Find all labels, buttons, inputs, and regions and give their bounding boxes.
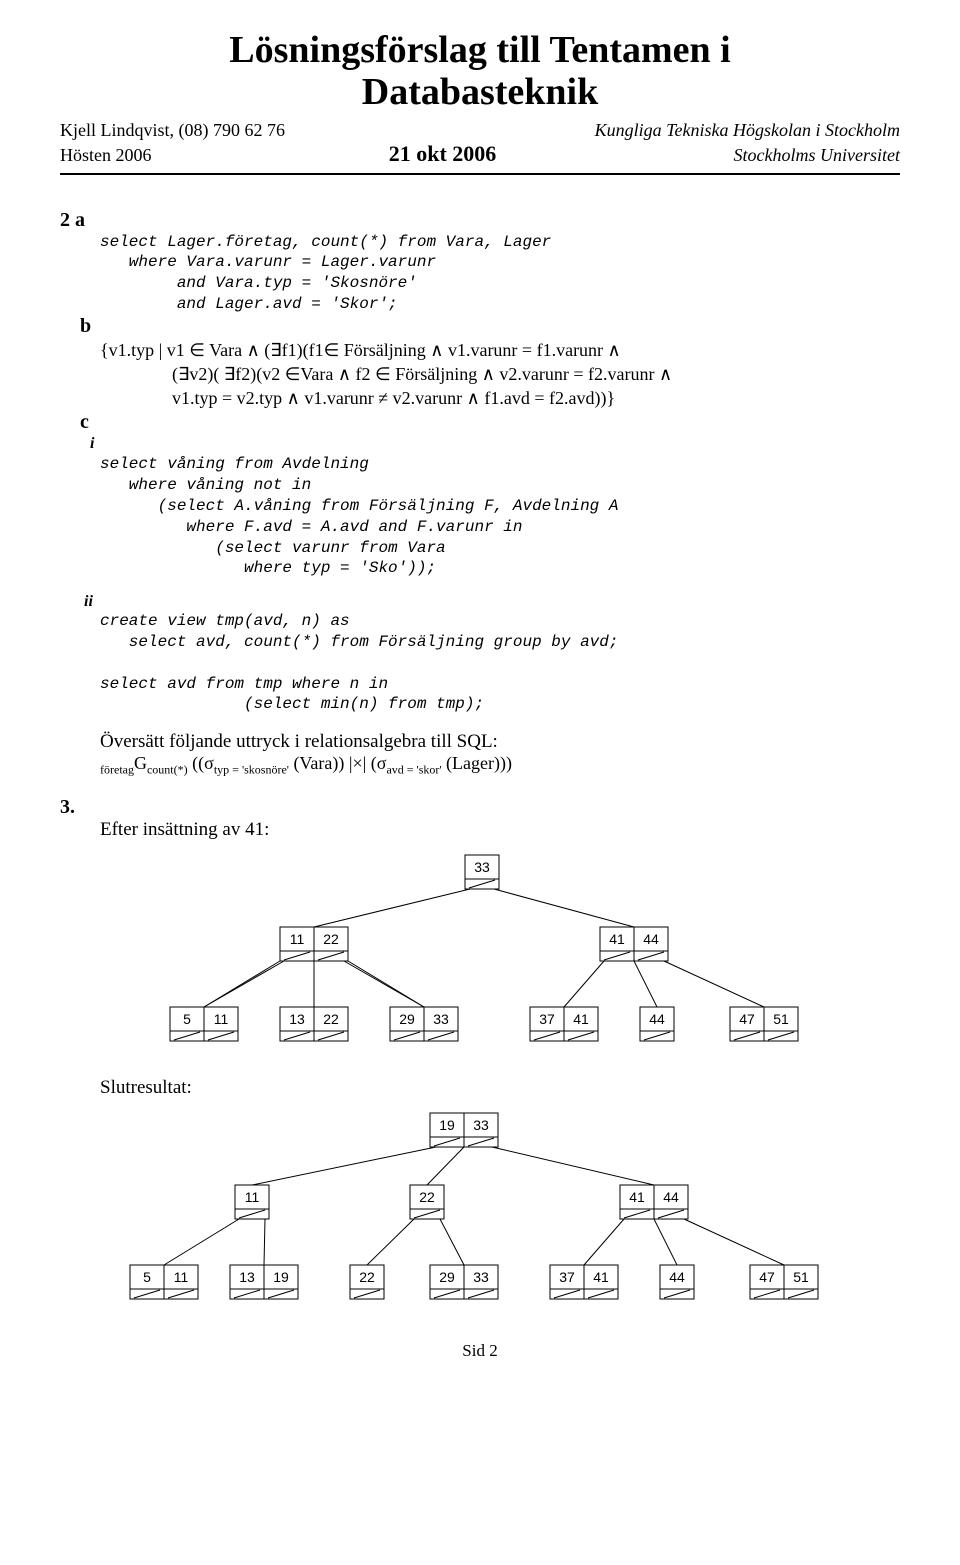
svg-text:41: 41 — [573, 1011, 589, 1027]
svg-text:44: 44 — [663, 1189, 679, 1205]
label-i: i — [90, 435, 94, 452]
svg-text:41: 41 — [593, 1269, 609, 1285]
svg-text:5: 5 — [183, 1011, 191, 1027]
svg-text:51: 51 — [793, 1269, 809, 1285]
code-2a: select Lager.företag, count(*) from Vara… — [100, 232, 900, 315]
svg-text:13: 13 — [239, 1269, 255, 1285]
svg-text:33: 33 — [474, 859, 490, 875]
svg-text:44: 44 — [649, 1011, 665, 1027]
label-ii: ii — [84, 593, 93, 610]
label-3: 3. — [60, 796, 75, 818]
label-2a: 2 a — [60, 209, 85, 231]
svg-text:44: 44 — [643, 931, 659, 947]
svg-text:33: 33 — [473, 1269, 489, 1285]
header-center: 21 okt 2006 — [389, 141, 497, 167]
svg-text:29: 29 — [439, 1269, 455, 1285]
svg-text:41: 41 — [629, 1189, 645, 1205]
svg-text:22: 22 — [323, 931, 339, 947]
svg-text:22: 22 — [323, 1011, 339, 1027]
header-right-1: Kungliga Tekniska Högskolan i Stockholm — [595, 120, 900, 141]
svg-text:33: 33 — [433, 1011, 449, 1027]
svg-text:47: 47 — [759, 1269, 775, 1285]
code-cii: create view tmp(avd, n) as select avd, c… — [100, 611, 900, 715]
title-line-2: Databasteknik — [362, 71, 599, 113]
after-insert-caption: Efter insättning av 41: — [100, 819, 900, 841]
svg-text:47: 47 — [739, 1011, 755, 1027]
svg-text:41: 41 — [609, 931, 625, 947]
btree-2: 19 33 11 22 41 44 5 11 13 19 22 29 33 37 41 44 47 51 — [100, 1105, 860, 1315]
divider — [60, 173, 900, 175]
svg-text:5: 5 — [143, 1269, 151, 1285]
svg-text:22: 22 — [359, 1269, 375, 1285]
title-line-1: Lösningsförslag till Tentamen i — [229, 29, 730, 71]
label-b: b — [80, 315, 91, 337]
svg-text:11: 11 — [214, 1011, 229, 1027]
header-right-2: Stockholms Universitet — [734, 145, 900, 166]
code-ci: select våning from Avdelning where vånin… — [100, 454, 900, 579]
svg-text:44: 44 — [669, 1269, 685, 1285]
btree-1: 33 11 22 41 44 5 11 13 22 29 33 37 41 44 47 51 — [130, 847, 830, 1057]
math-b: {v1.typ | v1 ∈ Vara ∧ (∃f1)(f1∈ Försäljn… — [100, 338, 900, 411]
svg-text:19: 19 — [439, 1117, 455, 1133]
svg-text:11: 11 — [174, 1269, 189, 1285]
svg-text:11: 11 — [245, 1189, 260, 1205]
slutresultat-caption: Slutresultat: — [100, 1077, 900, 1099]
svg-text:19: 19 — [273, 1269, 289, 1285]
svg-text:29: 29 — [399, 1011, 415, 1027]
label-c: c — [80, 411, 89, 433]
ra-expression: företagGcount(*) ((σtyp = 'skosnöre' (Va… — [100, 753, 900, 778]
footer-page: Sid 2 — [60, 1341, 900, 1361]
svg-text:11: 11 — [290, 931, 305, 947]
svg-text:13: 13 — [289, 1011, 305, 1027]
ra-intro: Översätt följande uttryck i relationsalg… — [100, 731, 900, 753]
svg-text:22: 22 — [419, 1189, 435, 1205]
header-left-2: Hösten 2006 — [60, 145, 152, 166]
svg-text:37: 37 — [559, 1269, 575, 1285]
svg-text:51: 51 — [773, 1011, 789, 1027]
svg-text:37: 37 — [539, 1011, 555, 1027]
header-left-1: Kjell Lindqvist, (08) 790 62 76 — [60, 120, 285, 141]
svg-text:33: 33 — [473, 1117, 489, 1133]
